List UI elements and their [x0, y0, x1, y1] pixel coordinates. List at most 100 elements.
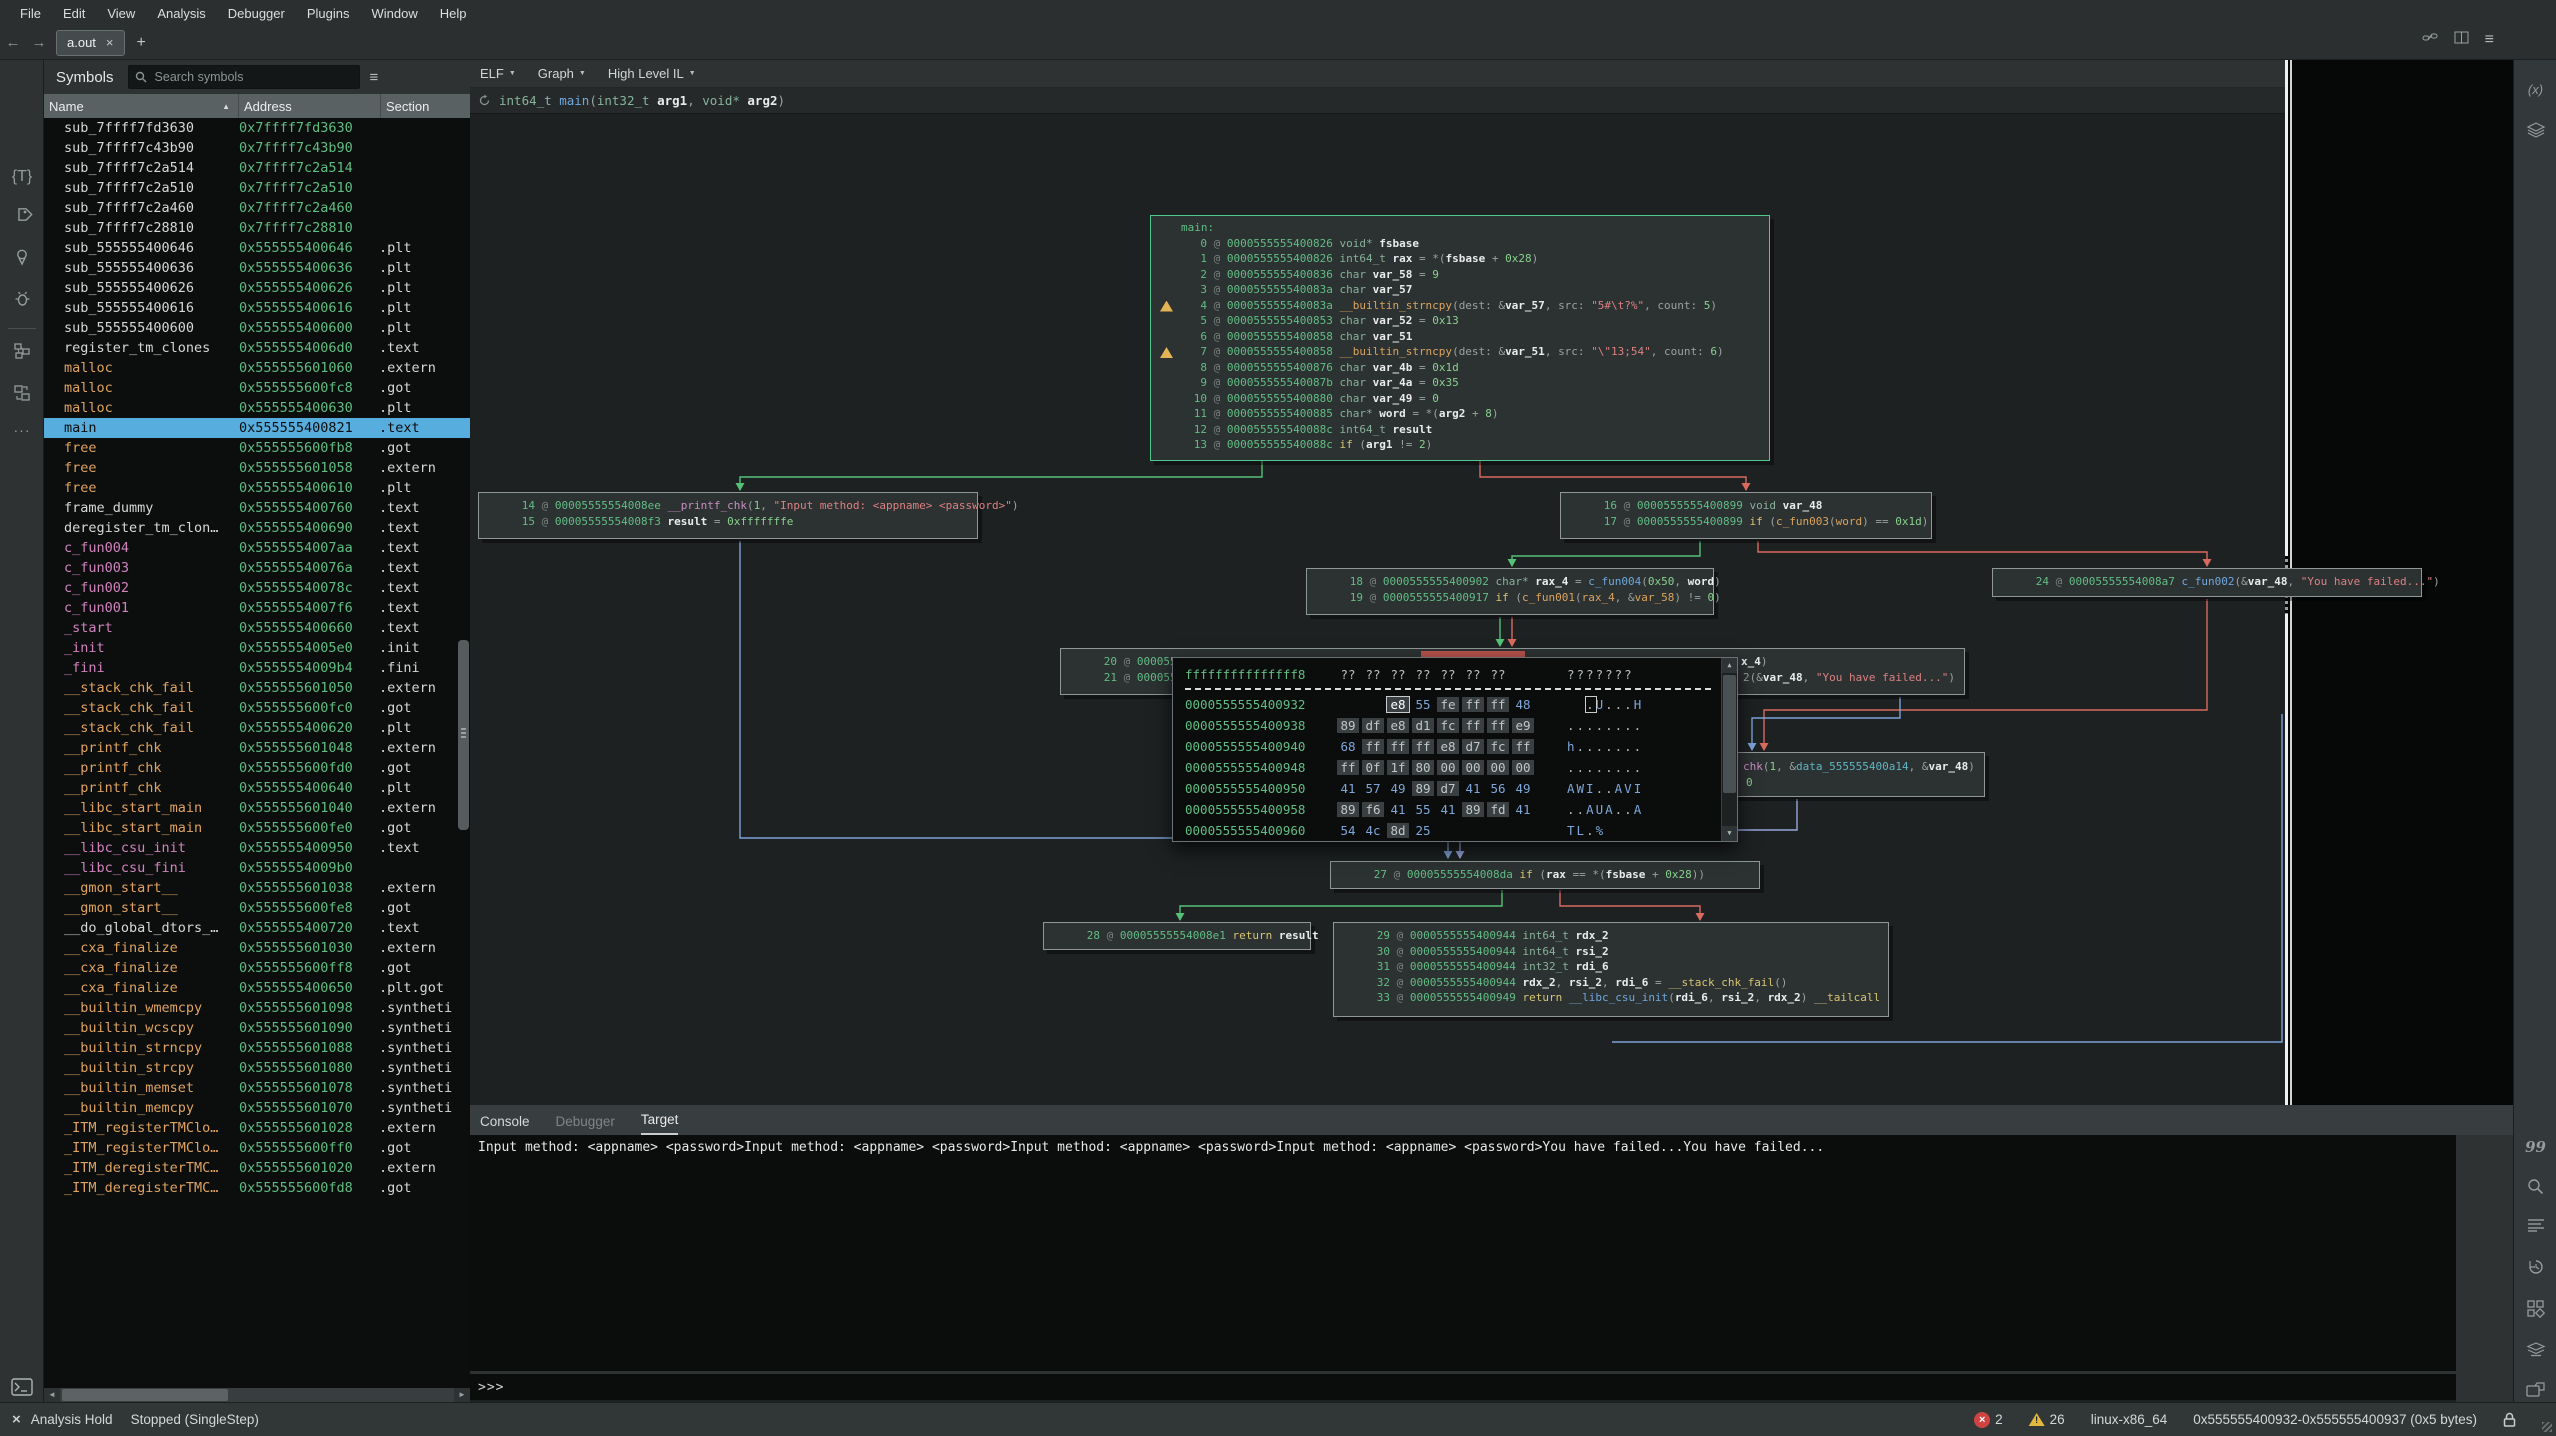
symbol-row[interactable]: sub_7ffff7c2a5100x7ffff7c2a510: [44, 178, 470, 198]
types-icon[interactable]: {T}: [0, 168, 44, 186]
console-prompt-row[interactable]: >>>: [470, 1374, 2456, 1400]
new-tab-button[interactable]: +: [137, 34, 146, 52]
tag-icon[interactable]: [0, 206, 44, 223]
history-icon[interactable]: [2514, 1258, 2556, 1276]
resize-grip[interactable]: [2542, 1422, 2552, 1432]
more-panels-icon[interactable]: ···: [0, 422, 44, 438]
il-line[interactable]: 11 @ 0000555555400885 char* word = *(arg…: [1151, 406, 1769, 422]
symbol-row[interactable]: __do_global_dtors_…0x555555400720.text: [44, 918, 470, 938]
il-line[interactable]: 10 @ 0000555555400880 char var_49 = 0: [1151, 391, 1769, 407]
il-line[interactable]: 5 @ 0000555555400853 char var_52 = 0x13: [1151, 313, 1769, 329]
scroll-up-icon[interactable]: ▲: [1722, 658, 1737, 673]
graph-node-node-24[interactable]: 24 @ 00005555554008a7 c_fun002(&var_48, …: [1992, 568, 2422, 597]
symbol-row[interactable]: _init0x5555554005e0.init: [44, 638, 470, 658]
symbol-row[interactable]: __stack_chk_fail0x555555400620.plt: [44, 718, 470, 738]
graph-node-node-14[interactable]: 14 @ 00005555554008ee __printf_chk(1, "I…: [478, 492, 978, 539]
symbol-row[interactable]: __builtin_memset0x555555601078.syntheti: [44, 1078, 470, 1098]
refresh-icon[interactable]: [478, 94, 491, 107]
symbol-row[interactable]: __stack_chk_fail0x555555600fc0.got: [44, 698, 470, 718]
symbol-row[interactable]: __libc_csu_fini0x5555554009b0: [44, 858, 470, 878]
symbol-row[interactable]: _ITM_deregisterTMC…0x555555600fd8.got: [44, 1178, 470, 1198]
scroll-right-icon[interactable]: ►: [454, 1388, 470, 1402]
console-terminal-icon[interactable]: [0, 1378, 44, 1396]
split-view-icon[interactable]: [2454, 31, 2469, 49]
symbol-row[interactable]: _ITM_deregisterTMC…0x555555601020.extern: [44, 1158, 470, 1178]
symbol-row[interactable]: _ITM_registerTMClo…0x555555600ff0.got: [44, 1138, 470, 1158]
il-line[interactable]: 24 @ 00005555554008a7 c_fun002(&var_48, …: [1993, 574, 2421, 590]
forward-button[interactable]: →: [26, 34, 52, 51]
menu-plugins[interactable]: Plugins: [297, 3, 360, 24]
graph-node-node-18[interactable]: 18 @ 0000555555400902 char* rax_4 = c_fu…: [1306, 568, 1714, 615]
symbol-row[interactable]: sub_7ffff7fd36300x7ffff7fd3630: [44, 118, 470, 138]
symbol-row[interactable]: __builtin_memcpy0x555555601070.syntheti: [44, 1098, 470, 1118]
symbol-row[interactable]: __printf_chk0x555555400640.plt: [44, 778, 470, 798]
il-selector[interactable]: High Level IL▼: [608, 66, 696, 81]
mini-graph-icon[interactable]: [0, 342, 44, 360]
cross-references-icon[interactable]: 99: [2514, 1138, 2556, 1156]
variables-icon[interactable]: (x): [2514, 82, 2556, 97]
graph-node-node-16[interactable]: 16 @ 0000555555400899 void var_4817 @ 00…: [1560, 492, 1932, 539]
symbol-row[interactable]: sub_5555554006460x555555400646.plt: [44, 238, 470, 258]
console-tab-debugger[interactable]: Debugger: [556, 1114, 615, 1135]
il-line[interactable]: 18 @ 0000555555400902 char* rax_4 = c_fu…: [1307, 574, 1713, 590]
symbol-row[interactable]: sub_5555554006360x555555400636.plt: [44, 258, 470, 278]
symbol-row[interactable]: __stack_chk_fail0x555555601050.extern: [44, 678, 470, 698]
il-line[interactable]: 2 @ 0000555555400836 char var_58 = 9: [1151, 267, 1769, 283]
symbol-row[interactable]: __libc_csu_init0x555555400950.text: [44, 838, 470, 858]
tab-close-icon[interactable]: ×: [106, 35, 114, 50]
il-line[interactable]: 13 @ 000055555540088c if (arg1 != 2): [1151, 437, 1769, 453]
console-tab-target[interactable]: Target: [641, 1112, 679, 1135]
il-line[interactable]: 29 @ 0000555555400944 int64_t rdx_2: [1334, 928, 1888, 944]
menu-debugger[interactable]: Debugger: [218, 3, 295, 24]
menu-view[interactable]: View: [97, 3, 145, 24]
tab-aout[interactable]: a.out ×: [56, 30, 125, 56]
symbol-row[interactable]: register_tm_clones0x5555554006d0.text: [44, 338, 470, 358]
symbol-row[interactable]: __cxa_finalize0x555555400650.plt.got: [44, 978, 470, 998]
il-line[interactable]: 28 @ 00005555554008e1 return result: [1044, 928, 1310, 944]
symbol-row[interactable]: __builtin_strncpy0x555555601088.syntheti: [44, 1038, 470, 1058]
il-line[interactable]: 15 @ 00005555554008f3 result = 0xfffffff…: [479, 514, 977, 530]
symbols-search-box[interactable]: [128, 65, 360, 89]
symbol-row[interactable]: sub_7ffff7c43b900x7ffff7c43b90: [44, 138, 470, 158]
symbols-options-icon[interactable]: ≡: [370, 69, 379, 86]
scroll-left-icon[interactable]: ◄: [44, 1388, 60, 1402]
symbol-row[interactable]: _start0x555555400660.text: [44, 618, 470, 638]
column-header-address[interactable]: Address: [239, 94, 381, 118]
symbol-row[interactable]: c_fun0010x5555554007f6.text: [44, 598, 470, 618]
components-icon[interactable]: [2514, 1300, 2556, 1318]
symbol-row[interactable]: c_fun0020x55555540078c.text: [44, 578, 470, 598]
symbol-row[interactable]: deregister_tm_clon…0x555555400690.text: [44, 518, 470, 538]
memory-map-icon[interactable]: [2514, 1342, 2556, 1358]
sync-link-icon[interactable]: [2422, 30, 2438, 49]
il-line[interactable]: 16 @ 0000555555400899 void var_48: [1561, 498, 1931, 514]
analysis-status[interactable]: Analysis Hold: [31, 1412, 113, 1427]
log-icon[interactable]: [2514, 1218, 2556, 1232]
symbol-row[interactable]: __builtin_wcscpy0x555555601090.syntheti: [44, 1018, 470, 1038]
analysis-stop-icon[interactable]: ×: [12, 1411, 21, 1428]
symbol-row[interactable]: sub_5555554006000x555555400600.plt: [44, 318, 470, 338]
console-tab-console[interactable]: Console: [480, 1114, 530, 1135]
il-line[interactable]: 19 @ 0000555555400917 if (c_fun001(rax_4…: [1307, 590, 1713, 606]
il-line[interactable]: 14 @ 00005555554008ee __printf_chk(1, "I…: [479, 498, 977, 514]
scroll-down-icon[interactable]: ▼: [1722, 826, 1737, 841]
symbol-row[interactable]: __printf_chk0x555555600fd0.got: [44, 758, 470, 778]
symbol-row[interactable]: frame_dummy0x555555400760.text: [44, 498, 470, 518]
symbols-horizontal-scrollbar[interactable]: ◄ ►: [44, 1388, 470, 1402]
symbol-row[interactable]: malloc0x555555601060.extern: [44, 358, 470, 378]
symbol-row[interactable]: __libc_start_main0x555555601040.extern: [44, 798, 470, 818]
il-line[interactable]: 17 @ 0000555555400899 if (c_fun003(word)…: [1561, 514, 1931, 530]
symbol-row[interactable]: __gmon_start__0x555555600fe8.got: [44, 898, 470, 918]
symbol-row[interactable]: _fini0x5555554009b4.fini: [44, 658, 470, 678]
popup-scrollbar-handle[interactable]: [1723, 675, 1736, 793]
symbol-row[interactable]: sub_7ffff7c2a4600x7ffff7c2a460: [44, 198, 470, 218]
graph-node-node-29[interactable]: 29 @ 0000555555400944 int64_t rdx_230 @ …: [1333, 922, 1889, 1017]
il-line[interactable]: 1 @ 0000555555400826 int64_t rax = *(fsb…: [1151, 251, 1769, 267]
il-line[interactable]: 31 @ 0000555555400944 int32_t rdi_6: [1334, 959, 1888, 975]
symbol-row[interactable]: main0x555555400821.text: [44, 418, 470, 438]
symbol-row[interactable]: __builtin_strcpy0x555555601080.syntheti: [44, 1058, 470, 1078]
scrollbar-handle[interactable]: [62, 1389, 228, 1401]
graph-node-node-27[interactable]: 27 @ 00005555554008da if (rax == *(fsbas…: [1330, 861, 1760, 889]
il-line[interactable]: 0 @ 0000555555400826 void* fsbase: [1151, 236, 1769, 252]
symbol-row[interactable]: __gmon_start__0x555555601038.extern: [44, 878, 470, 898]
menu-file[interactable]: File: [10, 3, 51, 24]
